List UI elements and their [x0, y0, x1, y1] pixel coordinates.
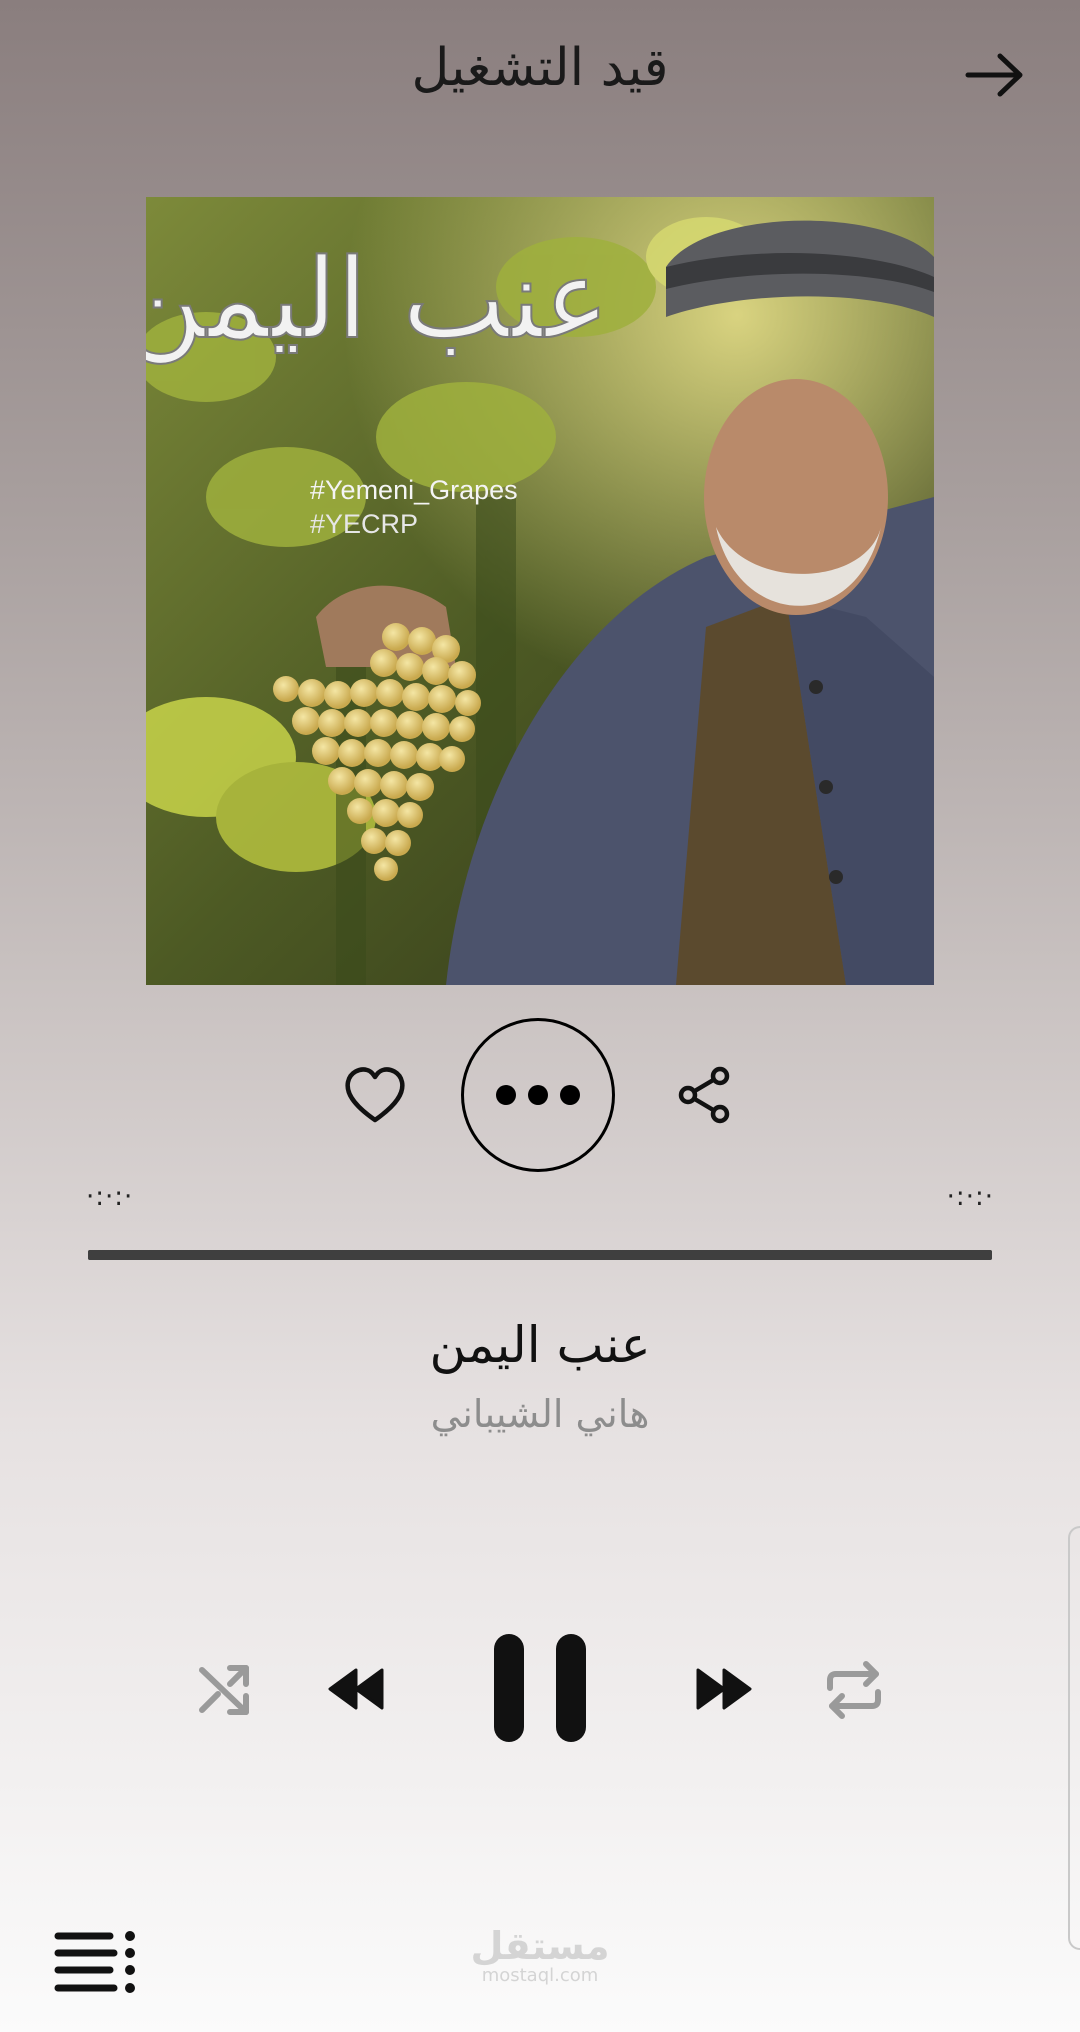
next-button[interactable]	[696, 1668, 754, 1710]
heart-outline-icon	[345, 1067, 405, 1123]
share-icon	[678, 1066, 730, 1124]
more-horizontal-icon	[496, 1085, 516, 1105]
album-cover: عنب اليمن #Yemeni_Grapes #YECRP	[146, 197, 934, 985]
next-icon	[696, 1668, 752, 1710]
queue-list-icon	[54, 1931, 135, 1993]
progress-fill	[88, 1250, 992, 1260]
elapsed-time: ·:·:·	[86, 1182, 134, 1212]
shuffle-button[interactable]	[196, 1660, 256, 1720]
progress-bar[interactable]	[88, 1250, 992, 1260]
watermark-url: mostaql.com	[481, 1965, 599, 1986]
watermark-logo: مستقل mostaql.com	[470, 1926, 610, 1986]
previous-button[interactable]	[326, 1668, 384, 1710]
back-button[interactable]	[960, 40, 1030, 110]
queue-button[interactable]	[52, 1928, 138, 1998]
total-time: ·:·:·	[946, 1182, 994, 1212]
like-button[interactable]	[342, 1064, 408, 1126]
cover-hashtag-yecrp: #YECRP	[310, 509, 418, 539]
repeat-icon	[827, 1661, 881, 1719]
page-title: قيد التشغيل	[411, 38, 669, 98]
cover-hashtag-yemeni-grapes: #Yemeni_Grapes	[310, 475, 518, 505]
play-pause-button[interactable]	[490, 1632, 590, 1744]
previous-icon	[328, 1668, 384, 1710]
edge-panel-handle[interactable]	[1068, 1526, 1080, 1950]
pause-icon	[494, 1634, 586, 1742]
song-title: عنب اليمن	[429, 1316, 651, 1374]
arrow-right-icon	[965, 53, 1023, 97]
repeat-button[interactable]	[824, 1658, 884, 1722]
shuffle-icon	[199, 1665, 249, 1715]
artist-name: هاني الشيباني	[430, 1392, 650, 1436]
cover-calligraphy-text: عنب اليمن	[146, 235, 609, 364]
share-button[interactable]	[676, 1064, 734, 1126]
watermark-arabic: مستقل	[470, 1924, 610, 1968]
more-options-button[interactable]	[461, 1018, 615, 1172]
